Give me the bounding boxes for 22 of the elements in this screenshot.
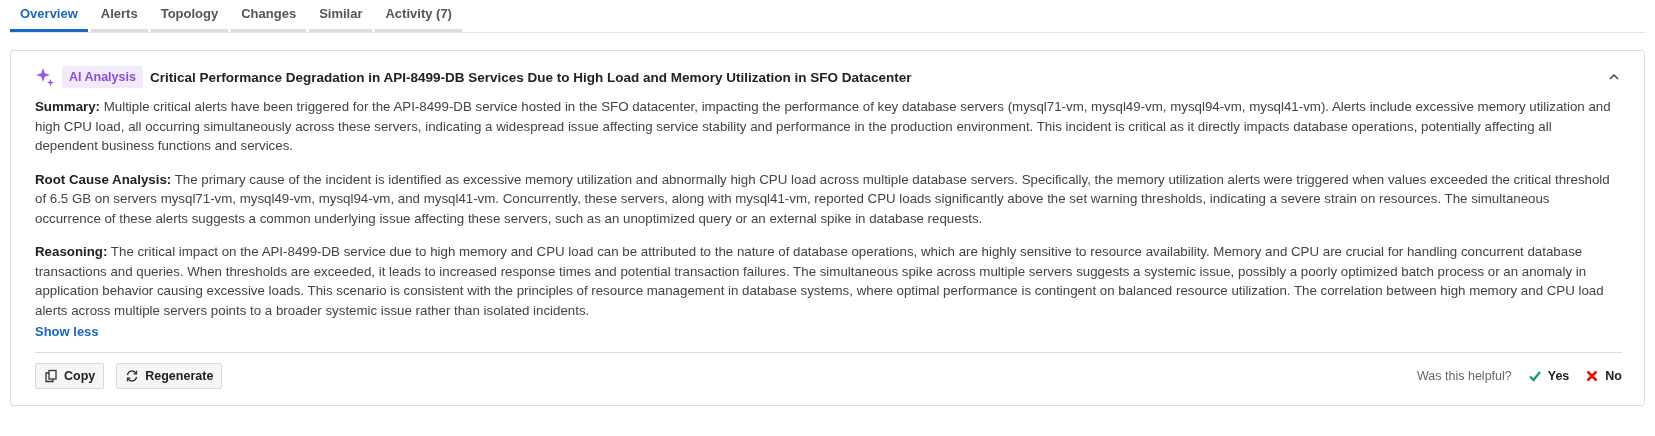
no-button[interactable]: No — [1585, 369, 1622, 383]
analysis-paragraph: Summary: Multiple critical alerts have been triggered for the API-8499-DB service hosted in the SFO datacenter, impacting the performance of key database servers (mysql71-vm, mysql49-vm, mysql94-vm, mysql41-vm). Alerts include excessive memory utilization and high CPU load, all occurring simultaneously across these servers, indicating a widespread issue affecting service stability and performance in the production environment. This incident is critical as it directly impacts database operations, potentially affecting all dependent business functions and services. — [35, 98, 1612, 155]
check-icon — [1527, 369, 1542, 383]
tab[interactable]: Overview — [10, 6, 88, 32]
analysis-paragraph: Root Cause Analysis: The primary cause of the incident is identified as excessive memory utilization and abnormally high CPU load across multiple database servers. Specifically, the memory utilization alerts were triggered when values exceeded the critical threshold of 6.5 GB on servers mysql71-vm, mysql49-vm, mysql94-vm, and mysql41-vm. Concurrently, these servers, along with mysql41-vm, reported CPU loads significantly above the set warning thresholds, indicating a severe strain on resources. The simultaneous occurrence of these alerts suggests a common underlying issue affecting these servers, such as an unoptimized query or an external spike in database requests. — [35, 170, 1611, 228]
sparkle-icon — [35, 67, 55, 87]
copy-icon — [44, 369, 58, 383]
regenerate-button[interactable]: Regenerate — [116, 363, 223, 389]
analysis-paragraph: Reasoning: The critical impact on the API-8499-DB service due to high memory and CPU load can be attributed to the nature of database operations, which are highly sensitive to resource availability. Memory and CPU are crucial for handling concurrent database transactions and queries. When thresholds are exceeded, it leads to increased response times and potential transaction failures. The simultaneous spike across multiple servers suggests a systemic issue, possibly a poorly optimized batch process or an anomaly in application behavior causing excessive loads. This scenario is consistent with the principles of resource management in database systems, where optimal performance is contingent on balanced resource utilization. The correlation between high memory and CPU load alerts across multiple servers points to a broader systemic issue rather than isolated incidents. — [35, 243, 1605, 320]
ai-badge: AI Analysis — [62, 66, 143, 88]
tab[interactable]: Topology — [150, 6, 229, 32]
tab[interactable]: Similar — [309, 6, 373, 32]
tab[interactable]: Alerts — [90, 6, 148, 32]
refresh-icon — [125, 369, 140, 383]
tab[interactable]: Changes — [231, 6, 307, 32]
feedback-question: Was this helpful? — [1417, 369, 1512, 383]
show-less-link[interactable]: Show less — [35, 324, 99, 339]
copy-button[interactable]: Copy — [35, 363, 105, 389]
tab[interactable]: Activity (7) — [375, 6, 462, 32]
analysis-title: Critical Performance Degradation in API-8499-DB Services Due to High Load and Memory Utilization in SFO Datacenter — [149, 69, 913, 85]
yes-button[interactable]: Yes — [1527, 369, 1570, 383]
cross-icon — [1585, 369, 1600, 383]
